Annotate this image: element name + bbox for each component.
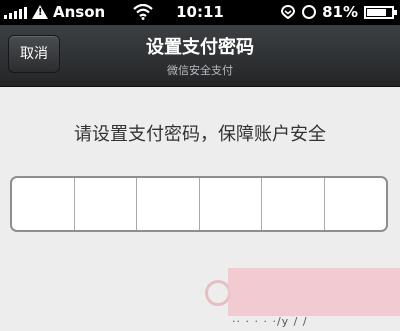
pin-digit-cell[interactable]: [12, 178, 75, 230]
watermark-text: ·· · · · ·/y / /: [232, 315, 308, 328]
watermark-block: [228, 268, 400, 316]
watermark: ·· · · · ·/y / /: [228, 268, 400, 331]
page-subtitle: 微信安全支付: [167, 64, 233, 77]
instruction-text: 请设置支付密码，保障账户安全: [74, 124, 326, 145]
status-right: 81%: [280, 3, 397, 21]
pin-input[interactable]: [10, 176, 388, 232]
rotation-lock-icon: [302, 5, 317, 19]
pin-digit-cell[interactable]: [75, 178, 137, 230]
navigation-bar: 取消 设置支付密码 微信安全支付: [0, 25, 400, 87]
status-bar: Anson 10:11 81%: [0, 0, 400, 25]
battery-icon: [364, 5, 397, 19]
battery-fill: [367, 8, 387, 16]
pin-digit-cell[interactable]: [137, 178, 200, 230]
location-icon: [281, 5, 296, 19]
battery-percent: 81%: [322, 3, 358, 21]
pin-digit-cell[interactable]: [262, 178, 325, 230]
page-title: 设置支付密码: [146, 37, 254, 58]
pin-digit-cell[interactable]: [325, 178, 387, 230]
pin-digit-cell[interactable]: [200, 178, 262, 230]
